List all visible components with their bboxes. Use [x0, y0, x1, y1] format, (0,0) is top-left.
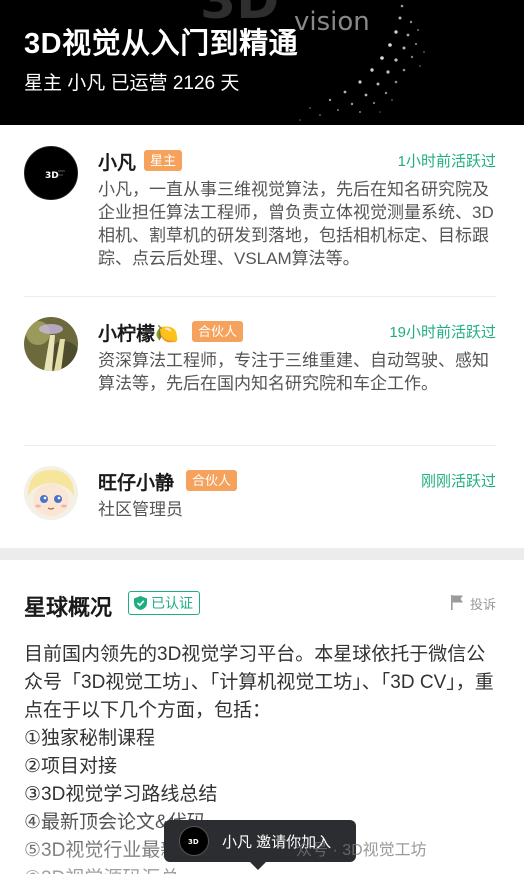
avatar[interactable] — [24, 317, 78, 371]
overview-title: 星球概况 — [24, 595, 113, 620]
avatar-logo-icon: 3D — [188, 838, 199, 846]
active-status: 刚刚活跃过 — [420, 473, 496, 490]
overview-line: ③3D视觉学习路线总结 — [24, 784, 218, 805]
overview-line: 目前国内领先的3D视觉学习平台。本星球依托于微信公众号「3D视觉工坊」、「计算机… — [24, 644, 494, 721]
inviter-avatar: 3D — [179, 826, 209, 856]
section-separator — [0, 548, 524, 560]
shield-check-icon — [134, 596, 147, 610]
overview-line: ②项目对接 — [24, 756, 118, 777]
report-button[interactable]: 投诉 — [450, 594, 496, 613]
member-card[interactable]: 3D 小凡 星主 1小时前活跃过 小凡，一直从事三维视觉算法，先后在知名研究院及… — [24, 146, 496, 276]
watermark: 众号 · 3D视觉工坊 — [296, 842, 427, 859]
overview-line: ①独家秘制课程 — [24, 728, 156, 749]
role-badge: 合伙人 — [186, 470, 238, 491]
active-status: 1小时前活跃过 — [397, 153, 496, 170]
planet-owner-info: 星主 小凡 已运营 2126 天 — [24, 73, 240, 94]
avatar-photo-icon — [24, 317, 78, 371]
member-card[interactable]: 旺仔小静 合伙人 刚刚活跃过 社区管理员 — [24, 466, 496, 526]
member-name[interactable]: 小柠檬🍋 — [98, 319, 179, 346]
flag-icon — [450, 595, 463, 610]
member-description: 小凡，一直从事三维视觉算法，先后在知名研究院及企业担任算法工程师，曾负责立体视觉… — [98, 180, 494, 268]
divider — [24, 296, 496, 297]
divider — [24, 445, 496, 446]
avatar[interactable] — [24, 466, 78, 520]
avatar-cartoon-icon — [24, 466, 78, 520]
planet-title: 3D视觉从入门到精通 — [24, 28, 299, 60]
svg-text:3D: 3D — [188, 838, 199, 846]
avatar[interactable]: 3D — [24, 146, 78, 200]
report-label: 投诉 — [469, 597, 496, 612]
planet-header: 3D vision 3D视觉从入门到精通 星主 小凡 已运营 2126 天 — [0, 0, 524, 125]
role-badge: 星主 — [144, 150, 183, 171]
invite-pointer — [250, 862, 266, 870]
hero-background: 3D vision — [200, 0, 425, 121]
verified-label: 已认证 — [151, 595, 193, 611]
role-badge: 合伙人 — [192, 321, 244, 342]
verified-badge: 已认证 — [128, 591, 200, 615]
avatar-logo-icon: 3D — [25, 147, 77, 199]
member-description: 社区管理员 — [98, 500, 183, 519]
hero-logo-suffix: vision — [294, 7, 370, 37]
member-description: 资深算法工程师，专注于三维重建、自动驾驶、感知算法等，先后在国内知名研究院和车企… — [98, 351, 489, 393]
member-name[interactable]: 旺仔小静 — [98, 468, 174, 495]
member-name[interactable]: 小凡 — [98, 148, 136, 175]
avatar-logo-text: 3D — [45, 171, 59, 181]
member-card[interactable]: 小柠檬🍋 合伙人 19小时前活跃过 资深算法工程师，专注于三维重建、自动驾驶、感… — [24, 317, 496, 427]
active-status: 19小时前活跃过 — [389, 324, 496, 341]
